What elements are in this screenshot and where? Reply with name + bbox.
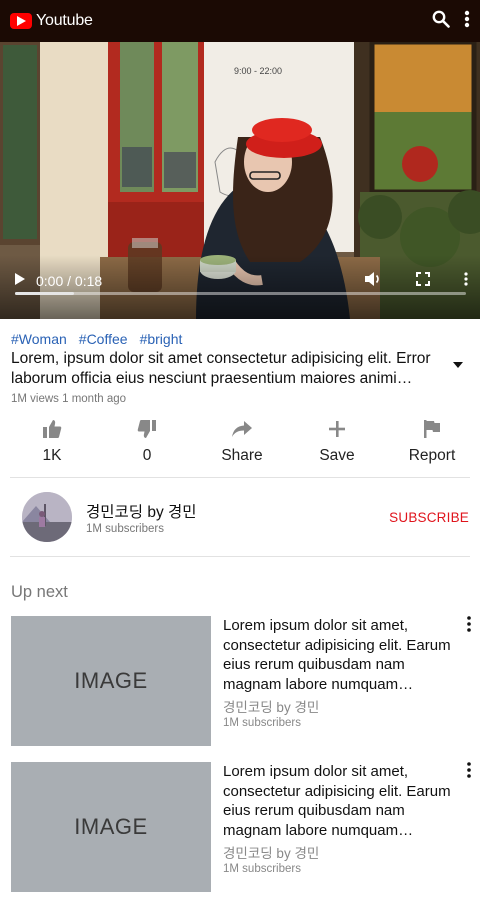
share-label: Share <box>221 447 263 464</box>
youtube-logo[interactable]: Youtube <box>10 12 93 30</box>
tags: #Woman #Coffee #bright <box>11 331 469 347</box>
video-thumbnail[interactable]: IMAGE <box>11 616 211 746</box>
search-icon[interactable] <box>432 10 450 33</box>
save-label: Save <box>319 447 355 464</box>
report-label: Report <box>408 447 456 464</box>
like-button[interactable]: 1K <box>12 419 92 465</box>
video-thumbnail[interactable]: IMAGE <box>11 762 211 892</box>
progress-fill <box>15 292 74 295</box>
more-vertical-icon[interactable] <box>467 616 471 637</box>
volume-icon[interactable] <box>364 271 382 290</box>
channel-subscribers: 1M subscribers <box>86 522 164 535</box>
flag-icon <box>424 420 440 438</box>
play-icon[interactable] <box>14 272 26 289</box>
video-time: 0:00 / 0:18 <box>36 272 103 289</box>
tag-link[interactable]: #bright <box>140 331 183 347</box>
up-next-heading: Up next <box>11 583 68 601</box>
item-channel: 경민코딩 by 경민 <box>223 700 320 715</box>
list-item[interactable]: IMAGE Lorem ipsum dolor sit amet, consec… <box>0 616 480 746</box>
video-controls: 0:00 / 0:18 <box>0 255 480 319</box>
item-subscribers: 1M subscribers <box>223 717 301 729</box>
item-subscribers: 1M subscribers <box>223 863 301 875</box>
plus-icon <box>329 421 345 437</box>
save-button[interactable]: Save <box>297 419 377 465</box>
thumbs-down-icon <box>137 420 156 438</box>
item-title[interactable]: Lorem ipsum dolor sit amet, consectetur … <box>223 616 453 694</box>
item-title[interactable]: Lorem ipsum dolor sit amet, consectetur … <box>223 762 453 840</box>
fullscreen-icon[interactable] <box>416 272 430 289</box>
video-player[interactable]: 9:00 - 22:00 0:00 / 0:18 <box>0 42 480 319</box>
video-title: Lorem, ipsum dolor sit amet consectetur … <box>11 350 431 387</box>
video-menu-icon[interactable] <box>464 272 468 289</box>
app-title: Youtube <box>36 12 93 29</box>
tag-link[interactable]: #Woman <box>11 331 67 347</box>
channel-name[interactable]: 경민코딩 by 경민 <box>86 500 389 522</box>
video-info: #Woman #Coffee #bright Lorem, ipsum dolo… <box>0 319 480 405</box>
dislike-count: 0 <box>142 447 152 464</box>
progress-bar[interactable] <box>15 292 466 295</box>
share-icon <box>232 421 252 437</box>
more-vertical-icon[interactable] <box>467 762 471 783</box>
youtube-play-logo-icon <box>10 13 32 29</box>
action-bar: 1K 0 Share Save Report <box>0 419 480 465</box>
tag-link[interactable]: #Coffee <box>79 331 128 347</box>
share-button[interactable]: Share <box>202 419 282 465</box>
item-channel: 경민코딩 by 경민 <box>223 846 320 861</box>
caret-down-icon[interactable] <box>453 355 469 373</box>
video-meta: 1M views 1 month ago <box>11 393 127 405</box>
subscribe-button[interactable]: SUBSCRIBE <box>389 510 469 525</box>
channel-avatar[interactable] <box>22 492 72 542</box>
list-item[interactable]: IMAGE Lorem ipsum dolor sit amet, consec… <box>0 762 480 892</box>
app-header: Youtube <box>0 0 480 42</box>
dislike-button[interactable]: 0 <box>107 419 187 465</box>
channel-row: 경민코딩 by 경민 1M subscribers SUBSCRIBE <box>0 478 480 556</box>
like-count: 1K <box>42 447 62 464</box>
report-button[interactable]: Report <box>392 419 472 465</box>
thumbs-up-icon <box>43 420 62 438</box>
more-vertical-icon[interactable] <box>464 10 470 33</box>
svg-text:9:00 - 22:00: 9:00 - 22:00 <box>234 66 282 76</box>
